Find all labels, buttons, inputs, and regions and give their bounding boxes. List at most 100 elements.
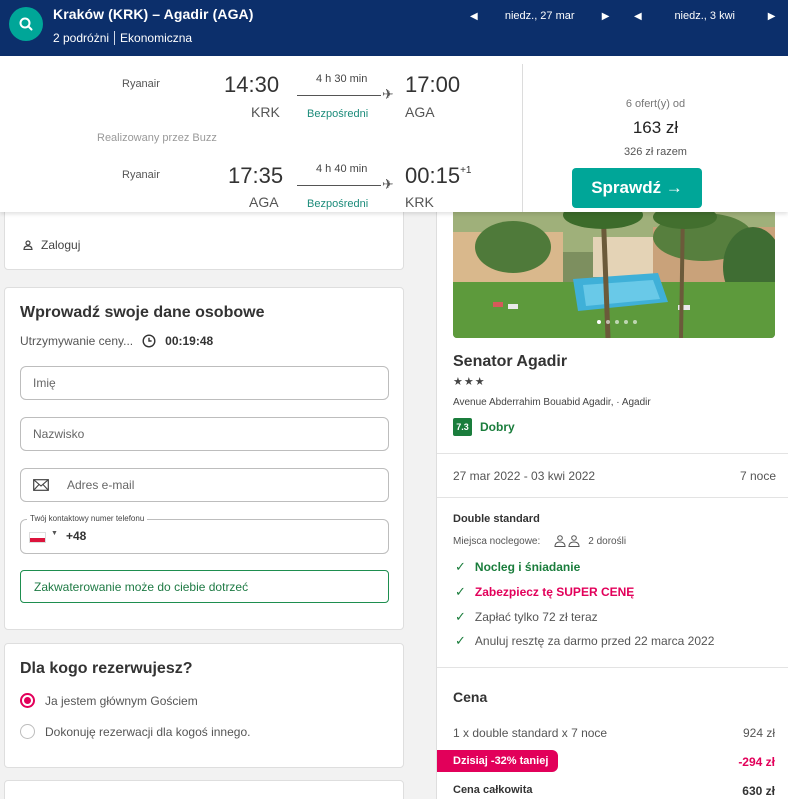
envelope-icon	[33, 479, 49, 491]
hotel-summary-card: Senator Agadir ★★★ Avenue Abderrahim Bou…	[436, 206, 788, 799]
phone-label: Twój kontaktowy numer telefonu	[27, 514, 148, 523]
last-name-placeholder: Nazwisko	[33, 427, 85, 441]
carousel-dot[interactable]	[606, 320, 610, 324]
feature-row: ✓ Zabezpiecz tę SUPER CENĘ	[455, 584, 634, 600]
check-offer-button[interactable]: Sprawdź →	[572, 168, 702, 208]
contact-hint: Zakwaterowanie może do ciebie dotrzeć	[20, 570, 389, 603]
hotel-name: Senator Agadir	[453, 353, 568, 370]
booking-for-card: Dla kogo rezerwujesz? Ja jestem głównym …	[4, 643, 404, 768]
return-date-nav: ◀ niedz., 3 kwi ▶	[634, 10, 775, 22]
panel-divider	[522, 64, 523, 212]
discount-amount: -294 zł	[738, 755, 775, 769]
route-title[interactable]: Kraków (KRK) – Agadir (AGA)	[53, 6, 254, 22]
offer-price: 163 zł	[632, 118, 679, 137]
beds-row: Miejsca noclegowe: 2 dorośli	[453, 535, 626, 547]
rating-word: Dobry	[480, 420, 515, 434]
hotel-photo[interactable]	[453, 207, 775, 338]
caret-right-icon[interactable]: ▶	[768, 11, 776, 22]
email-field[interactable]: Adres e-mail	[20, 468, 389, 502]
booking-for-title: Dla kogo rezerwujesz?	[20, 660, 193, 677]
departure-time: 14:30	[224, 72, 280, 97]
carousel-dot[interactable]	[633, 320, 637, 324]
flight-duration: 4 h 30 min	[316, 73, 368, 85]
check-icon: ✓	[455, 633, 466, 648]
caret-left-icon[interactable]: ◀	[470, 11, 478, 22]
caret-right-icon[interactable]: ▶	[602, 11, 610, 22]
radio-unchecked[interactable]	[20, 724, 35, 739]
radio-main-guest[interactable]: Ja jestem głównym Gościem	[20, 693, 198, 708]
feature-text: Nocleg i śniadanie	[474, 560, 581, 574]
travellers-count: 2 podróżni	[53, 31, 110, 45]
flight-line	[297, 95, 381, 96]
departure-airport-code: KRK	[251, 104, 280, 120]
airline-name: Ryanair	[122, 78, 160, 90]
email-placeholder: Adres e-mail	[67, 478, 135, 492]
radio-checked[interactable]	[20, 693, 35, 708]
first-name-field[interactable]: Imię	[20, 366, 389, 400]
radio-label: Ja jestem głównym Gościem	[45, 693, 198, 708]
feature-row: ✓ Anuluj resztę za darmo przed 22 marca …	[455, 633, 714, 649]
carousel-dot[interactable]	[615, 320, 619, 324]
personal-details-title: Wprowadź swoje dane osobowe	[20, 304, 265, 321]
plane-icon: ✈	[382, 176, 394, 192]
flight-duration: 4 h 40 min	[316, 163, 368, 175]
flight-offer-panel: Ryanair 14:30 KRK 4 h 30 min ✈ Bezpośred…	[0, 56, 788, 212]
plane-icon: ✈	[382, 86, 394, 102]
personal-details-card: Wprowadź swoje dane osobowe Utrzymywanie…	[4, 287, 404, 630]
check-icon: ✓	[455, 584, 466, 599]
check-icon: ✓	[455, 609, 466, 624]
search-summary-bar: Kraków (KRK) – Agadir (AGA) 2 podróżni E…	[0, 0, 788, 56]
radio-someone-else[interactable]: Dokonuję rezerwacji dla kogoś innego.	[20, 724, 250, 739]
rating-badge: 7.3	[453, 418, 472, 436]
arrival-time: 00:15+1	[405, 163, 471, 189]
cabin-class: Ekonomiczna	[120, 31, 193, 45]
offers-count: 6 ofert(y) od	[625, 98, 686, 110]
feature-row: ✓ Nocleg i śniadanie	[455, 559, 580, 575]
check-icon: ✓	[455, 559, 466, 574]
beds-label: Miejsca noclegowe:	[453, 535, 541, 547]
offer-total: 326 zł razem	[624, 146, 687, 158]
feature-text: Anuluj resztę za darmo przed 22 marca 20…	[474, 634, 715, 648]
total-amount: 630 zł	[742, 784, 775, 798]
departure-time: 17:35	[228, 163, 284, 188]
hotel-address: Avenue Abderrahim Bouabid Agadir, · Agad…	[453, 397, 651, 408]
depart-date[interactable]: niedz., 27 mar	[478, 10, 602, 22]
login-link[interactable]: Zaloguj	[23, 238, 80, 252]
flight-line	[297, 185, 381, 186]
carousel-dot[interactable]	[624, 320, 628, 324]
meta-divider	[114, 31, 116, 45]
trip-meta[interactable]: 2 podróżni Ekonomiczna	[53, 31, 192, 45]
next-section-card	[4, 780, 404, 799]
day-offset: +1	[460, 165, 472, 176]
first-name-placeholder: Imię	[33, 376, 56, 390]
caret-left-icon[interactable]: ◀	[634, 11, 642, 22]
guests-icon	[554, 535, 580, 547]
airline-name: Ryanair	[122, 169, 160, 181]
arrival-time-value: 00:15	[405, 163, 461, 188]
login-label: Zaloguj	[41, 238, 81, 252]
search-button[interactable]	[9, 7, 43, 41]
total-label: Cena całkowita	[453, 784, 533, 796]
poland-flag-icon[interactable]	[29, 532, 46, 543]
price-title: Cena	[453, 689, 488, 705]
stops-label: Bezpośredni	[307, 108, 369, 120]
radio-label: Dokonuję rezerwacji dla kogoś innego.	[45, 724, 251, 739]
photo-carousel-dots[interactable]	[597, 320, 637, 324]
feature-row: ✓ Zapłać tylko 72 zł teraz	[455, 609, 598, 625]
carousel-dot[interactable]	[597, 320, 601, 324]
last-name-field[interactable]: Nazwisko	[20, 417, 389, 451]
operated-by: Realizowany przez Buzz	[97, 132, 217, 144]
feature-text: Zapłać tylko 72 zł teraz	[474, 610, 598, 624]
departure-airport-code: AGA	[249, 194, 279, 210]
depart-date-nav: ◀ niedz., 27 mar ▶	[470, 10, 609, 22]
login-card: Zaloguj	[4, 206, 404, 270]
chevron-down-icon[interactable]: ▼	[51, 530, 58, 537]
stops-label: Bezpośredni	[307, 198, 369, 210]
price-hold: Utrzymywanie ceny... 00:19:48	[20, 334, 213, 348]
discount-tag: Dzisiaj -32% taniej	[437, 750, 558, 772]
clock-icon	[142, 334, 156, 348]
arrival-time: 17:00	[405, 72, 461, 97]
feature-text: Zabezpiecz tę SUPER CENĘ	[474, 585, 635, 599]
return-date[interactable]: niedz., 3 kwi	[642, 10, 768, 22]
phone-field[interactable]: Twój kontaktowy numer telefonu ▼ +48	[20, 514, 389, 554]
